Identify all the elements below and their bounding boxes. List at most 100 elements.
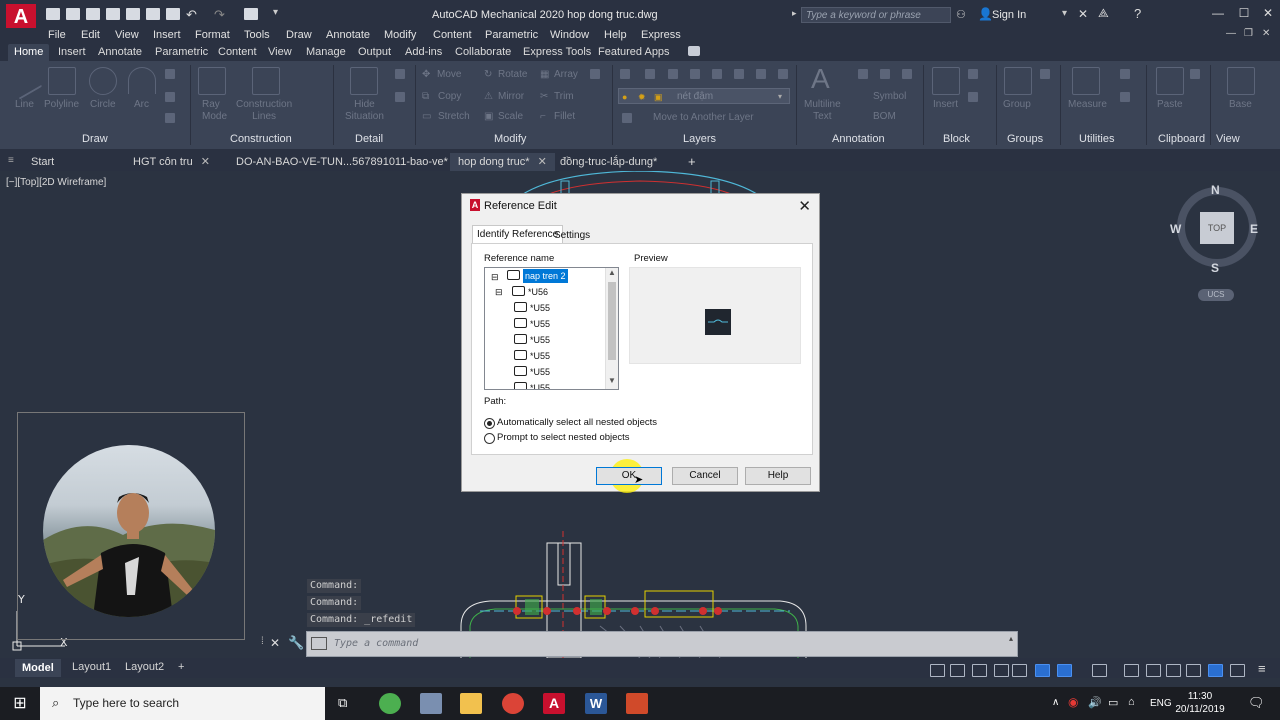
autocad-taskbar-icon[interactable]: A xyxy=(543,693,565,714)
web-save-icon[interactable] xyxy=(146,8,160,20)
panel-annotation[interactable]: Annotation xyxy=(832,133,885,145)
move-layer-label[interactable]: Move to Another Layer xyxy=(653,112,754,123)
menu-insert[interactable]: Insert xyxy=(153,29,181,41)
panel-construction[interactable]: Construction xyxy=(230,133,292,145)
tree-node[interactable]: *U56 xyxy=(528,285,548,299)
tab-layout1[interactable]: Layout1 xyxy=(72,661,111,673)
ucs-menu-button[interactable]: UCS xyxy=(1198,289,1234,301)
scale-icon[interactable]: ▣ xyxy=(484,111,493,122)
bom-label[interactable]: BOM xyxy=(873,111,896,122)
binoculars-icon[interactable]: ⚇ xyxy=(956,8,966,21)
tab-insert[interactable]: Insert xyxy=(58,46,86,58)
panel-modify[interactable]: Modify xyxy=(494,133,526,145)
multiline-text-icon[interactable]: A xyxy=(811,63,830,95)
tree-scrollbar[interactable]: ▲ ▼ xyxy=(605,268,618,389)
reference-tree[interactable]: ⊟ nap tren 2 ⊟ *U56 *U55 *U55 *U55 *U55 … xyxy=(484,267,619,390)
file-explorer-icon[interactable] xyxy=(460,693,482,714)
radio-prompt-select-label[interactable]: Prompt to select nested objects xyxy=(497,432,630,443)
app-recorder-icon[interactable] xyxy=(420,693,442,714)
ok-button[interactable]: OK xyxy=(596,467,662,485)
taskbar-clock[interactable]: 11:30 20/11/2019 xyxy=(1170,690,1230,716)
properties-icon[interactable] xyxy=(1208,664,1223,677)
compass-south[interactable]: S xyxy=(1211,261,1219,275)
qat-dropdown-icon[interactable]: ▾ xyxy=(273,7,278,18)
menu-icon[interactable]: ≡ xyxy=(8,155,14,166)
fillet-label[interactable]: Fillet xyxy=(554,111,575,122)
tab-express-tools[interactable]: Express Tools xyxy=(523,46,591,58)
tab-parametric[interactable]: Parametric xyxy=(155,46,208,58)
menu-content[interactable]: Content xyxy=(433,29,472,41)
radio-auto-select-label[interactable]: Automatically select all nested objects xyxy=(497,417,657,428)
arc-tool-icon[interactable] xyxy=(128,67,156,94)
tree-node[interactable]: *U55 xyxy=(530,349,550,363)
annotation-icon-2[interactable] xyxy=(880,69,890,79)
hardware-accel-icon[interactable] xyxy=(1166,664,1181,677)
layer-icon-8[interactable] xyxy=(778,69,788,79)
menu-draw[interactable]: Draw xyxy=(286,29,312,41)
copy-icon[interactable]: ⧉ xyxy=(422,91,429,102)
construction-lines-icon[interactable] xyxy=(252,67,280,95)
ribbon-toggle-icon[interactable] xyxy=(688,46,700,56)
viewcube-top-face[interactable]: TOP xyxy=(1200,212,1234,244)
tree-node[interactable]: *U55 xyxy=(530,365,550,379)
tab-annotate[interactable]: Annotate xyxy=(98,46,142,58)
print-icon[interactable] xyxy=(166,8,180,20)
command-input[interactable]: Type a command xyxy=(334,638,418,649)
mirror-label[interactable]: Mirror xyxy=(498,91,524,102)
compass-north[interactable]: N xyxy=(1211,183,1220,197)
search-input[interactable]: Type a keyword or phrase xyxy=(801,7,951,23)
group-icon[interactable] xyxy=(1004,67,1032,95)
scale-label[interactable]: Scale xyxy=(498,111,523,122)
isodraft-icon[interactable] xyxy=(1012,664,1027,677)
web-open-icon[interactable] xyxy=(126,8,140,20)
hide-situation-icon[interactable] xyxy=(350,67,378,95)
task-view-icon[interactable]: ⧉ xyxy=(338,695,347,711)
windows-start-icon[interactable]: ⊞ xyxy=(0,687,40,720)
menu-help[interactable]: Help xyxy=(604,29,627,41)
saveas-icon[interactable] xyxy=(106,8,120,20)
word-icon[interactable]: W xyxy=(585,693,607,714)
panel-groups[interactable]: Groups xyxy=(1007,133,1043,145)
tab-addins[interactable]: Add-ins xyxy=(405,46,442,58)
add-tab-icon[interactable]: + xyxy=(688,154,696,169)
paste-icon[interactable] xyxy=(1156,67,1184,95)
circle-tool-icon[interactable] xyxy=(89,67,117,95)
ellipse-icon[interactable] xyxy=(165,113,175,123)
osnap-tracking-icon[interactable] xyxy=(1035,664,1050,677)
notification-icon[interactable]: 🗨 xyxy=(1248,695,1265,711)
layer-icon-6[interactable] xyxy=(734,69,744,79)
close-icon[interactable]: ✕ xyxy=(538,156,547,168)
rectangle-icon[interactable] xyxy=(165,69,175,79)
tab-view[interactable]: View xyxy=(268,46,292,58)
panel-block[interactable]: Block xyxy=(943,133,970,145)
panel-detail[interactable]: Detail xyxy=(355,133,383,145)
panel-draw[interactable]: Draw xyxy=(82,133,108,145)
layer-icon-5[interactable] xyxy=(712,69,722,79)
tab-layout2[interactable]: Layout2 xyxy=(125,661,164,673)
sign-in-link[interactable]: Sign In xyxy=(992,9,1026,21)
groups-icon-1[interactable] xyxy=(1040,69,1050,79)
taskbar-search-input[interactable]: Type here to search xyxy=(40,687,325,720)
grid-icon[interactable] xyxy=(930,664,945,677)
collapse-icon[interactable]: ⊟ xyxy=(495,285,503,299)
customize-icon[interactable]: ≡ xyxy=(1258,661,1266,676)
help-button[interactable]: Help xyxy=(745,467,811,485)
network-icon[interactable]: ⌂ xyxy=(1128,696,1135,708)
chrome-icon[interactable] xyxy=(502,693,524,714)
cart-icon[interactable]: ▾ xyxy=(1062,8,1067,19)
chevron-up-icon[interactable]: ▲ xyxy=(608,268,616,277)
quick-props-icon[interactable] xyxy=(1230,664,1245,677)
doc-tab[interactable]: HGT côn tru ✕ xyxy=(133,153,210,171)
doc-minimize-icon[interactable]: — xyxy=(1226,28,1236,39)
utilities-icon-2[interactable] xyxy=(1120,92,1130,102)
help-icon[interactable]: ? xyxy=(1134,6,1141,21)
record-icon[interactable]: ◉ xyxy=(1068,695,1078,709)
tab-content[interactable]: Content xyxy=(218,46,257,58)
collapse-icon[interactable]: ⊟ xyxy=(491,270,499,284)
tree-node[interactable]: *U55 xyxy=(530,317,550,331)
chevron-up-icon[interactable]: ▴ xyxy=(1009,634,1013,643)
block-icon-2[interactable] xyxy=(968,92,978,102)
ray-mode-icon[interactable] xyxy=(198,67,226,95)
tab-settings[interactable]: Settings xyxy=(550,227,594,244)
layer-icon-9[interactable] xyxy=(622,113,632,123)
